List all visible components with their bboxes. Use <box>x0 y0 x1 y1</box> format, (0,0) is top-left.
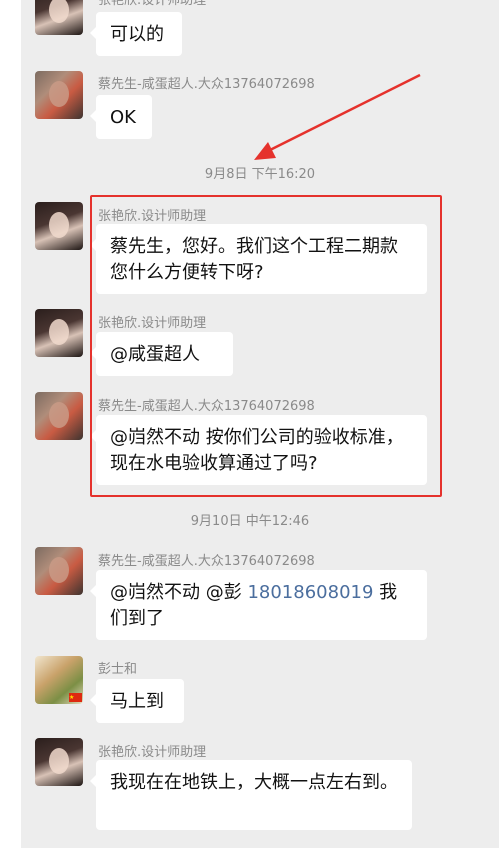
arrow-shaft <box>263 73 421 155</box>
arrow-head <box>254 142 276 160</box>
annotation-arrow <box>254 73 421 160</box>
